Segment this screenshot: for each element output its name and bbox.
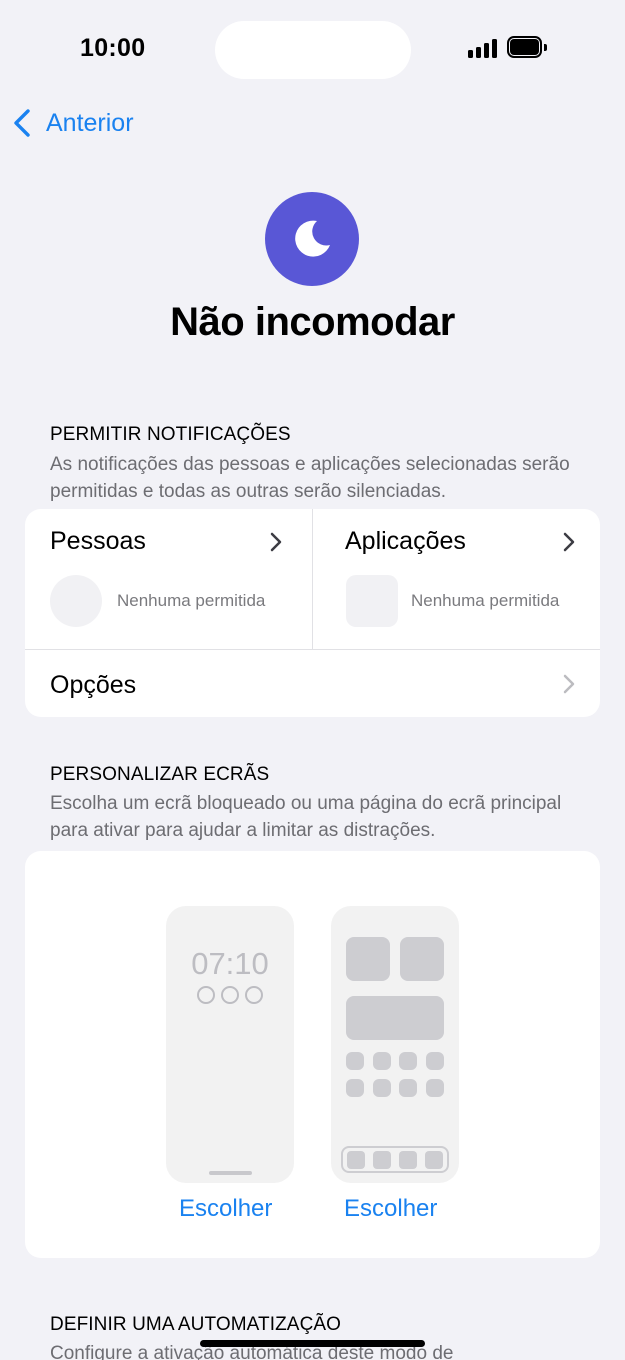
status-time: 10:00 (80, 34, 146, 62)
apps-cell[interactable]: Aplicações Nenhuma permitida (313, 509, 600, 649)
people-status: Nenhuma permitida (117, 591, 266, 610)
people-avatar-placeholder (50, 575, 102, 627)
allow-notifications-card: Pessoas Nenhuma permitida Aplicações Nen… (25, 509, 600, 717)
dynamic-island (215, 21, 411, 79)
lock-screen-preview[interactable]: 07:10 (166, 906, 294, 1183)
automation-heading: DEFINIR UMA AUTOMATIZAÇÃO (50, 1314, 342, 1335)
back-button[interactable]: Anterior (12, 106, 134, 140)
back-label: Anterior (46, 108, 134, 137)
customize-screens-card: 07:10 Escolher Escolher (25, 851, 600, 1258)
home-screen-preview[interactable] (331, 906, 459, 1183)
home-indicator-bar[interactable] (200, 1340, 425, 1347)
home-indicator (209, 1171, 252, 1175)
options-label: Opções (50, 671, 137, 699)
people-title: Pessoas (50, 527, 146, 555)
customize-screens-description: Escolha um ecrã bloqueado ou uma página … (50, 793, 562, 841)
choose-lock-screen-button[interactable]: Escolher (179, 1195, 272, 1223)
battery-icon (507, 36, 547, 58)
moon-icon (295, 220, 330, 257)
allow-notifications-heading: PERMITIR NOTIFICAÇÕES (50, 424, 291, 445)
apps-status: Nenhuma permitida (411, 591, 560, 610)
choose-home-screen-button[interactable]: Escolher (344, 1195, 437, 1223)
people-cell[interactable]: Pessoas Nenhuma permitida (25, 509, 312, 649)
options-row[interactable]: Opções (25, 650, 600, 717)
allow-notifications-description: As notificações das pessoas e aplicações… (50, 454, 570, 502)
chevron-left-icon (14, 109, 30, 137)
page-title: Não incomodar (170, 300, 455, 344)
customize-screens-heading: PERSONALIZAR ECRÃS (50, 764, 270, 785)
home-screen-dock (341, 1146, 449, 1173)
signal-icon (468, 38, 498, 58)
focus-mode-badge (265, 192, 359, 286)
chevron-right-icon (563, 674, 575, 694)
status-bar: 10:00 (0, 0, 625, 100)
apps-icon-placeholder (346, 575, 398, 627)
lock-screen-time: 07:10 (191, 946, 269, 981)
chevron-right-icon (563, 532, 575, 552)
apps-title: Aplicações (345, 527, 466, 555)
chevron-right-icon (270, 532, 282, 552)
lock-screen-widgets (197, 986, 263, 1006)
